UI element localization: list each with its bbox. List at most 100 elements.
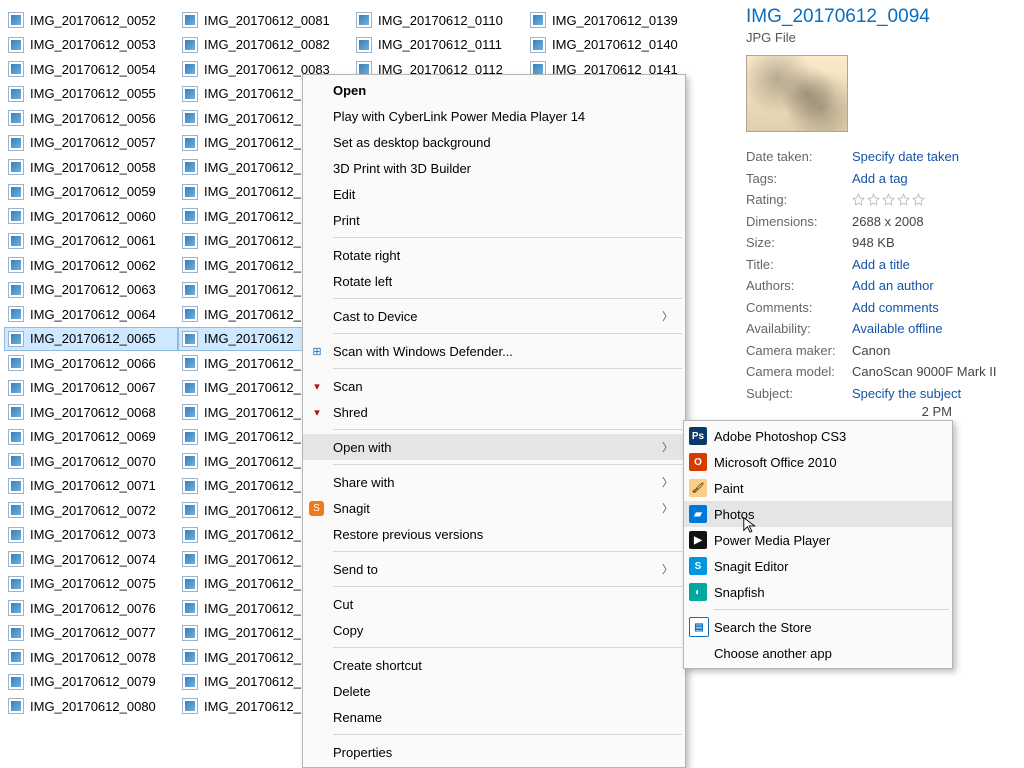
openwith-photos[interactable]: ▰ Photos [684,501,952,527]
ctx-snagit[interactable]: S Snagit〉 [303,495,685,521]
ctx-rename[interactable]: Rename [303,704,685,730]
ctx-properties[interactable]: Properties [303,739,685,765]
preview-thumbnail[interactable] [746,55,848,132]
file-item[interactable]: IMG_20170612_0082 [178,33,352,58]
file-item[interactable]: IMG_20170612_0054 [4,57,178,82]
openwith-search-store[interactable]: ▤ Search the Store [684,614,952,640]
file-name: IMG_20170612_0063 [30,282,156,297]
file-item[interactable]: IMG_20170612_0076 [4,596,178,621]
file-item[interactable]: IMG_20170612_0139 [526,8,700,33]
open-with-submenu: Ps Adobe Photoshop CS3 O Microsoft Offic… [683,420,953,669]
openwith-snagit-editor[interactable]: S Snagit Editor [684,553,952,579]
file-item[interactable]: IMG_20170612_0070 [4,449,178,474]
file-item[interactable]: IMG_20170612_0081 [178,8,352,33]
file-item[interactable]: IMG_20170612_0068 [4,400,178,425]
ctx-cast-to-device[interactable]: Cast to Device〉 [303,303,685,329]
openwith-office[interactable]: O Microsoft Office 2010 [684,449,952,475]
details-value[interactable]: Add comments [852,300,939,315]
ctx-create-shortcut[interactable]: Create shortcut [303,652,685,678]
image-file-icon [8,453,24,469]
file-name: IMG_20170612_ [204,233,301,248]
file-item[interactable]: IMG_20170612_0069 [4,425,178,450]
ctx-rotate-right[interactable]: Rotate right [303,242,685,268]
ctx-rotate-left[interactable]: Rotate left [303,268,685,294]
star-icon[interactable] [912,193,925,206]
ctx-delete[interactable]: Delete [303,678,685,704]
rating-stars[interactable] [852,193,925,206]
details-value[interactable]: Add a title [852,257,910,272]
file-name: IMG_20170612_ [204,282,301,297]
file-item[interactable]: IMG_20170612_0140 [526,33,700,58]
file-item[interactable]: IMG_20170612_0056 [4,106,178,131]
ctx-set-background[interactable]: Set as desktop background [303,129,685,155]
details-value[interactable]: Add a tag [852,171,908,186]
image-file-icon [182,355,198,371]
star-icon[interactable] [852,193,865,206]
file-item[interactable]: IMG_20170612_0058 [4,155,178,180]
star-icon[interactable] [882,193,895,206]
details-value[interactable]: Specify the subject [852,386,961,401]
file-item[interactable]: IMG_20170612_0052 [4,8,178,33]
file-item[interactable]: IMG_20170612_0059 [4,180,178,205]
image-file-icon [8,649,24,665]
details-value[interactable]: Available offline [852,321,943,336]
image-file-icon [182,698,198,714]
openwith-paint[interactable]: 🖌 Paint [684,475,952,501]
ctx-copy[interactable]: Copy [303,617,685,643]
file-item[interactable]: IMG_20170612_0064 [4,302,178,327]
file-name: IMG_20170612_ [204,503,301,518]
ctx-shred[interactable]: ▾ Shred [303,399,685,425]
file-item[interactable]: IMG_20170612_0062 [4,253,178,278]
file-item[interactable]: IMG_20170612_0055 [4,82,178,107]
separator [333,647,682,648]
file-item[interactable]: IMG_20170612_0065 [4,327,178,352]
openwith-power-media-player[interactable]: ▶ Power Media Player [684,527,952,553]
ctx-windows-defender[interactable]: ⊞ Scan with Windows Defender... [303,338,685,364]
file-item[interactable]: IMG_20170612_0060 [4,204,178,229]
ctx-edit[interactable]: Edit [303,181,685,207]
file-item[interactable]: IMG_20170612_0077 [4,621,178,646]
file-item[interactable]: IMG_20170612_0075 [4,572,178,597]
file-item[interactable]: IMG_20170612_0071 [4,474,178,499]
ctx-scan[interactable]: ▾ Scan [303,373,685,399]
details-title: IMG_20170612_0094 [746,6,1014,28]
details-row: Title:Add a title [746,254,1014,276]
openwith-snapfish[interactable]: ◐ Snapfish [684,579,952,605]
star-icon[interactable] [897,193,910,206]
file-item[interactable]: IMG_20170612_0110 [352,8,526,33]
details-value[interactable]: Add an author [852,278,934,293]
image-file-icon [182,159,198,175]
ctx-open[interactable]: Open [303,77,685,103]
openwith-photoshop[interactable]: Ps Adobe Photoshop CS3 [684,423,952,449]
image-file-icon [8,86,24,102]
file-item[interactable]: IMG_20170612_0072 [4,498,178,523]
file-name: IMG_20170612_ [204,625,301,640]
file-item[interactable]: IMG_20170612_0067 [4,376,178,401]
ctx-send-to[interactable]: Send to〉 [303,556,685,582]
file-item[interactable]: IMG_20170612_0057 [4,131,178,156]
file-item[interactable]: IMG_20170612_0063 [4,278,178,303]
file-item[interactable]: IMG_20170612_0053 [4,33,178,58]
ctx-print[interactable]: Print [303,207,685,233]
details-row: Tags:Add a tag [746,168,1014,190]
file-item[interactable]: IMG_20170612_0074 [4,547,178,572]
file-item[interactable]: IMG_20170612_0111 [352,33,526,58]
file-item[interactable]: IMG_20170612_0079 [4,670,178,695]
file-item[interactable]: IMG_20170612_0073 [4,523,178,548]
file-item[interactable]: IMG_20170612_0078 [4,645,178,670]
star-icon[interactable] [867,193,880,206]
ctx-restore-versions[interactable]: Restore previous versions [303,521,685,547]
ctx-open-with[interactable]: Open with〉 [303,434,685,460]
image-file-icon [182,502,198,518]
details-value[interactable]: Specify date taken [852,149,959,164]
ctx-share-with[interactable]: Share with〉 [303,469,685,495]
ctx-play-cyberlink[interactable]: Play with CyberLink Power Media Player 1… [303,103,685,129]
file-name: IMG_20170612_0080 [30,699,156,714]
file-item[interactable]: IMG_20170612_0066 [4,351,178,376]
ctx-cut[interactable]: Cut [303,591,685,617]
file-item[interactable]: IMG_20170612_0080 [4,694,178,719]
file-item[interactable]: IMG_20170612_0061 [4,229,178,254]
openwith-choose-another[interactable]: Choose another app [684,640,952,666]
separator [333,551,682,552]
ctx-3d-print[interactable]: 3D Print with 3D Builder [303,155,685,181]
